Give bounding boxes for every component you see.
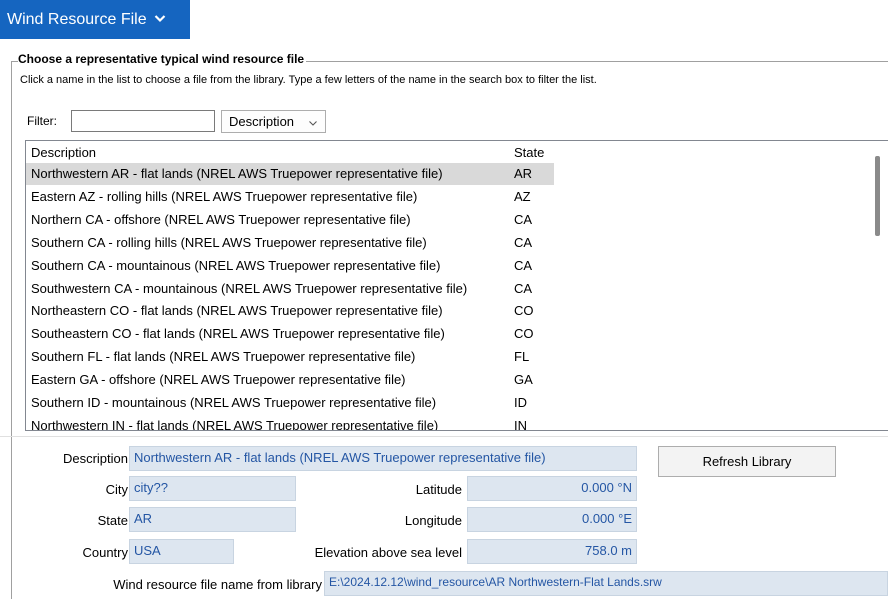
country-label: Country <box>82 545 128 560</box>
list-item-description: Eastern AZ - rolling hills (NREL AWS Tru… <box>31 188 418 204</box>
filter-column-select[interactable]: Description <box>221 110 326 133</box>
list-scrollbar-thumb[interactable] <box>875 156 880 236</box>
resource-file-list[interactable]: Description State Northwestern AR - flat… <box>25 140 888 431</box>
country-field: USA <box>129 539 234 564</box>
list-item-state: CO <box>514 326 534 342</box>
list-item-description: Eastern GA - offshore (NREL AWS Truepowe… <box>31 372 406 388</box>
list-item-state: CA <box>514 257 533 273</box>
list-item[interactable]: Southern ID - mountainous (NREL AWS True… <box>26 392 554 414</box>
list-item[interactable]: Southern CA - rolling hills (NREL AWS Tr… <box>26 232 554 254</box>
filter-label: Filter: <box>27 114 57 128</box>
list-item-state: CA <box>514 280 533 296</box>
city-label: City <box>105 482 128 497</box>
list-item[interactable]: Southeastern CO - flat lands (NREL AWS T… <box>26 323 554 345</box>
list-item-description: Southeastern CO - flat lands (NREL AWS T… <box>31 326 445 342</box>
list-item-description: Southern CA - rolling hills (NREL AWS Tr… <box>31 234 427 250</box>
wind-resource-file-dropdown[interactable]: Wind Resource File <box>0 0 190 39</box>
group-title: Choose a representative typical wind res… <box>18 52 307 66</box>
list-item[interactable]: Southern FL - flat lands (NREL AWS Truep… <box>26 346 554 368</box>
list-item[interactable]: Northwestern AR - flat lands (NREL AWS T… <box>26 163 554 185</box>
description-field: Northwestern AR - flat lands (NREL AWS T… <box>129 446 637 471</box>
list-item[interactable]: Eastern GA - offshore (NREL AWS Truepowe… <box>26 369 554 391</box>
state-label: State <box>97 513 128 528</box>
list-item[interactable]: Southern CA - mountainous (NREL AWS True… <box>26 255 554 277</box>
chevron-down-icon <box>308 116 318 131</box>
list-item-description: Northeastern CO - flat lands (NREL AWS T… <box>31 303 443 319</box>
wind-resource-page: Wind Resource File Choose a representati… <box>0 0 888 599</box>
list-item-state: IN <box>514 417 527 431</box>
list-item-state: FL <box>514 349 530 365</box>
latitude-field: 0.000 °N <box>467 476 637 501</box>
list-item-state: AR <box>514 166 533 181</box>
description-label: Description <box>62 451 128 466</box>
city-field: city?? <box>129 476 296 501</box>
list-item-description: Southern CA - mountainous (NREL AWS True… <box>31 257 441 273</box>
filter-input[interactable] <box>71 110 215 132</box>
divider <box>0 436 888 437</box>
header-title: Wind Resource File <box>7 10 147 28</box>
column-header-state[interactable]: State <box>514 145 544 160</box>
list-item-description: Northwestern IN - flat lands (NREL AWS T… <box>31 417 439 431</box>
list-item[interactable]: Northeastern CO - flat lands (NREL AWS T… <box>26 300 554 322</box>
group-description: Click a name in the list to choose a fil… <box>20 74 597 86</box>
list-item[interactable]: Southwestern CA - mountainous (NREL AWS … <box>26 278 554 300</box>
list-item-state: CA <box>514 211 533 227</box>
filter-column-value: Description <box>229 114 295 129</box>
latitude-label: Latitude <box>415 482 462 497</box>
elevation-label: Elevation above sea level <box>314 545 462 560</box>
longitude-label: Longitude <box>404 513 462 528</box>
list-item-state: GA <box>514 372 533 388</box>
list-item-state: CA <box>514 234 533 250</box>
list-header: Description State <box>26 141 888 163</box>
state-field: AR <box>129 507 296 532</box>
list-item[interactable]: Northwestern IN - flat lands (NREL AWS T… <box>26 415 554 431</box>
list-item[interactable]: Eastern AZ - rolling hills (NREL AWS Tru… <box>26 186 554 208</box>
list-item-description: Northwestern AR - flat lands (NREL AWS T… <box>31 166 443 181</box>
file-name-field: E:\2024.12.12\wind_resource\AR Northwest… <box>324 571 888 596</box>
list-item-description: Northern CA - offshore (NREL AWS Truepow… <box>31 211 411 227</box>
list-item-description: Southwestern CA - mountainous (NREL AWS … <box>31 280 468 296</box>
list-item-state: CO <box>514 303 534 319</box>
column-header-description[interactable]: Description <box>31 145 96 160</box>
file-name-label: Wind resource file name from library <box>113 577 322 592</box>
list-item-description: Southern FL - flat lands (NREL AWS Truep… <box>31 349 416 365</box>
elevation-field: 758.0 m <box>467 539 637 564</box>
list-item[interactable]: Northern CA - offshore (NREL AWS Truepow… <box>26 209 554 231</box>
list-item-state: ID <box>514 395 527 410</box>
chevron-down-icon <box>154 10 166 28</box>
list-item-state: AZ <box>514 188 531 204</box>
list-item-description: Southern ID - mountainous (NREL AWS True… <box>31 395 437 410</box>
refresh-library-button[interactable]: Refresh Library <box>658 446 836 477</box>
longitude-field: 0.000 °E <box>467 507 637 532</box>
